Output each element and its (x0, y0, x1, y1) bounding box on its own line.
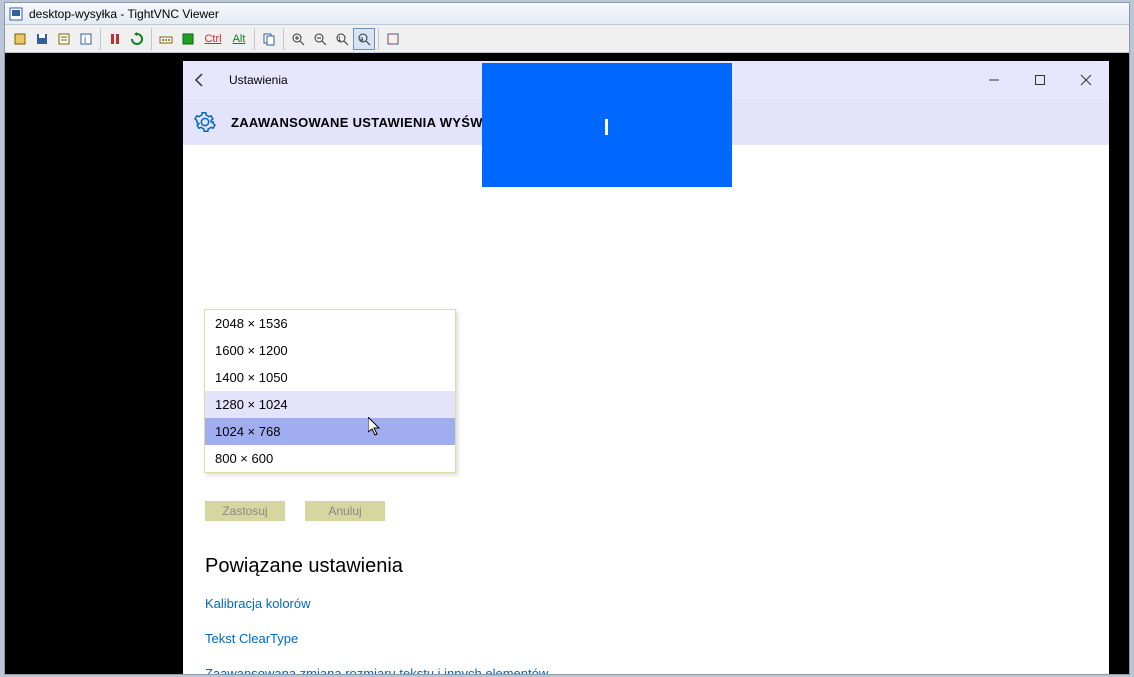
back-button[interactable] (191, 71, 219, 89)
resolution-option-hover[interactable]: 1280 × 1024 (205, 391, 455, 418)
toolbar-alt-button[interactable]: Alt (227, 28, 251, 50)
resolution-option[interactable]: 2048 × 1536 (205, 310, 455, 337)
ctrl-label: Ctrl (204, 33, 221, 45)
settings-window: Ustawienia ZAAWANSOWANE USTAWIENIA WYŚWI… (183, 61, 1109, 674)
toolbar-zoom-auto-icon[interactable]: a (353, 28, 375, 50)
toolbar-fullscreen-icon[interactable] (382, 28, 404, 50)
vnc-window: desktop-wysyłka - TightVNC Viewer i Ctrl… (4, 2, 1130, 675)
toolbar-info-icon[interactable]: i (75, 28, 97, 50)
toolbar-ctrl-button[interactable]: Ctrl (199, 28, 227, 50)
toolbar-separator (283, 28, 284, 50)
toolbar-zoom-in-icon[interactable] (287, 28, 309, 50)
toolbar-ctrl-esc-icon[interactable] (177, 28, 199, 50)
vnc-title-text: desktop-wysyłka - TightVNC Viewer (29, 7, 219, 21)
resolution-option-selected[interactable]: 1024 × 768 (205, 418, 455, 445)
remote-desktop-area: Ustawienia ZAAWANSOWANE USTAWIENIA WYŚWI… (5, 53, 1129, 674)
toolbar-separator (151, 28, 152, 50)
display-preview (482, 63, 732, 187)
vnc-titlebar: desktop-wysyłka - TightVNC Viewer (5, 3, 1129, 25)
apply-button[interactable]: Zastosuj (205, 501, 285, 521)
cancel-button[interactable]: Anuluj (305, 501, 385, 521)
resolution-dropdown[interactable]: 2048 × 1536 1600 × 1200 1400 × 1050 1280… (204, 309, 456, 473)
minimize-button[interactable] (971, 61, 1017, 99)
link-advanced-sizing[interactable]: Zaawansowana zmiana rozmiaru tekstu i in… (205, 666, 548, 674)
toolbar-save-icon[interactable] (31, 28, 53, 50)
toolbar-zoom-100-icon[interactable]: 1 (331, 28, 353, 50)
related-settings-section: Powiązane ustawienia Kalibracja kolorów … (205, 555, 548, 674)
toolbar-pause-icon[interactable] (104, 28, 126, 50)
toolbar-separator (100, 28, 101, 50)
settings-breadcrumb: Ustawienia (229, 73, 288, 87)
vnc-toolbar: i Ctrl Alt 1 a (5, 25, 1129, 53)
gear-icon (191, 111, 219, 133)
close-button[interactable] (1063, 61, 1109, 99)
vnc-app-icon (9, 7, 23, 21)
toolbar-refresh-icon[interactable] (126, 28, 148, 50)
toolbar-zoom-out-icon[interactable] (309, 28, 331, 50)
toolbar-ctrl-alt-del-icon[interactable] (155, 28, 177, 50)
resolution-option[interactable]: 1600 × 1200 (205, 337, 455, 364)
resolution-option[interactable]: 800 × 600 (205, 445, 455, 472)
link-color-calibration[interactable]: Kalibracja kolorów (205, 596, 548, 611)
settings-body: Zastosuj Anuluj 2048 × 1536 1600 × 1200 … (183, 145, 1109, 674)
related-heading: Powiązane ustawienia (205, 555, 548, 578)
svg-text:i: i (84, 35, 86, 46)
window-controls (971, 61, 1109, 99)
toolbar-separator (254, 28, 255, 50)
toolbar-options-icon[interactable] (53, 28, 75, 50)
alt-label: Alt (233, 33, 246, 45)
link-cleartype[interactable]: Tekst ClearType (205, 631, 548, 646)
toolbar-separator (378, 28, 379, 50)
resolution-option[interactable]: 1400 × 1050 (205, 364, 455, 391)
toolbar-transfer-icon[interactable] (258, 28, 280, 50)
display-preview-marker (605, 119, 608, 135)
toolbar-new-connection-icon[interactable] (9, 28, 31, 50)
maximize-button[interactable] (1017, 61, 1063, 99)
